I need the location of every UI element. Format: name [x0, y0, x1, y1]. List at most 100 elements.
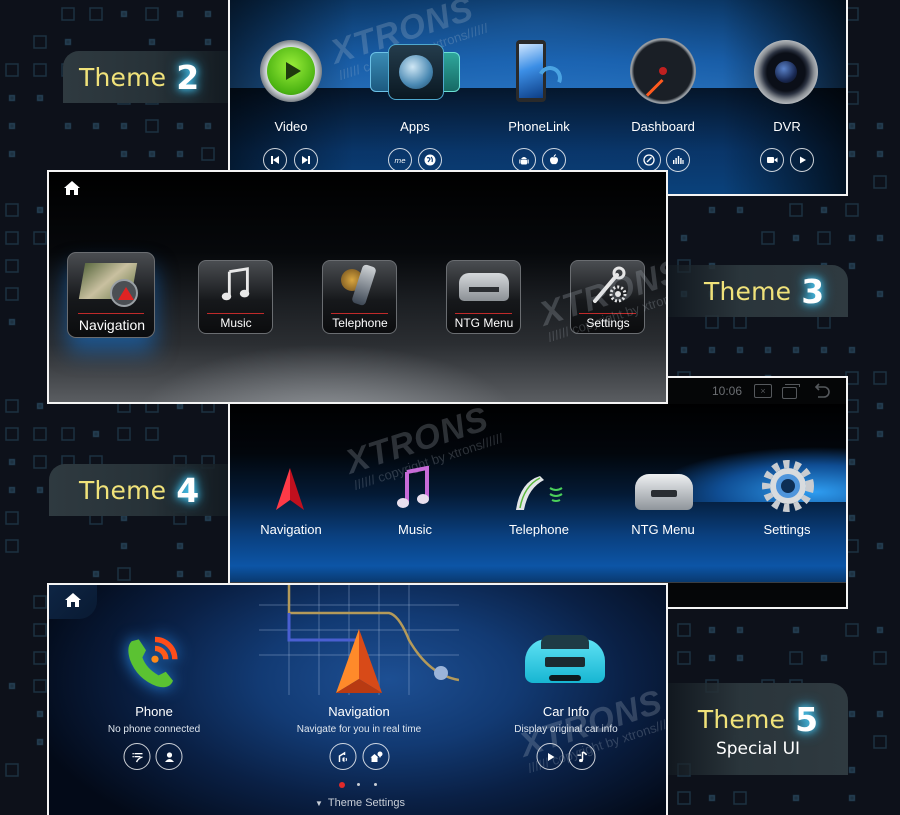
home-button[interactable] — [64, 181, 80, 195]
grid-square — [680, 234, 688, 242]
app-apps[interactable] — [370, 44, 460, 100]
theme-number: 4 — [176, 470, 200, 510]
close-window-button[interactable]: × — [754, 384, 772, 398]
grid-square — [61, 7, 75, 21]
app-settings[interactable] — [760, 458, 816, 514]
next-track-icon — [302, 156, 310, 164]
grid-square — [736, 206, 744, 214]
tile-settings[interactable]: Settings — [570, 260, 645, 334]
card-car-info[interactable] — [519, 631, 611, 691]
grid-square — [708, 346, 716, 354]
equalizer-icon — [673, 156, 684, 164]
settings-gear-icon — [762, 460, 814, 512]
equalizer-button[interactable] — [666, 148, 690, 172]
grid-square — [33, 231, 47, 245]
car-info-play-button[interactable] — [536, 743, 564, 770]
home-location-button[interactable] — [362, 743, 390, 770]
dvr-playback-button[interactable] — [790, 148, 814, 172]
app-ntg-menu-label: NTG Menu — [631, 522, 695, 537]
page-dot[interactable] — [357, 783, 360, 786]
page-dot[interactable] — [374, 783, 377, 786]
grid-square — [876, 626, 884, 634]
camera-lens-icon — [775, 61, 797, 83]
card-phone[interactable] — [109, 625, 199, 705]
grid-square — [876, 290, 884, 298]
grid-square — [8, 458, 16, 466]
grid-square — [176, 150, 184, 158]
home-button[interactable] — [49, 585, 97, 619]
theme-settings-toggle[interactable]: ▼ Theme Settings — [315, 797, 405, 809]
grid-square — [792, 346, 800, 354]
app-ntg-menu[interactable] — [635, 468, 693, 512]
grid-square — [876, 122, 884, 130]
page-dot-active[interactable] — [339, 782, 345, 788]
contacts-button[interactable] — [155, 743, 183, 770]
grid-square — [680, 346, 688, 354]
grid-square — [792, 234, 800, 242]
app-video[interactable] — [260, 40, 322, 102]
card-navigation[interactable] — [334, 629, 384, 695]
grid-square — [33, 427, 47, 441]
grid-square — [848, 570, 856, 578]
grid-square — [92, 570, 100, 578]
tile-music[interactable]: Music — [198, 260, 273, 334]
easyconnect-button[interactable]: me — [388, 148, 412, 172]
grid-square — [733, 791, 747, 805]
grid-square — [92, 430, 100, 438]
app-phonelink[interactable] — [514, 40, 566, 104]
theme-settings-label: Theme Settings — [327, 797, 405, 809]
card-car-info-subtitle: Display original car info — [514, 724, 618, 735]
tile-navigation[interactable]: Navigation — [67, 252, 155, 338]
tile-telephone-label: Telephone — [332, 316, 388, 330]
grid-square — [8, 122, 16, 130]
app-settings-label: Settings — [763, 522, 811, 537]
previous-track-button[interactable] — [263, 148, 287, 172]
tile-settings-label: Settings — [586, 316, 630, 330]
grid-square — [761, 231, 775, 245]
grid-square — [36, 94, 44, 102]
music-note-icon — [221, 267, 250, 301]
grid-square — [33, 595, 47, 609]
telephone-handset-icon — [516, 476, 563, 510]
car-info-music-button[interactable] — [568, 743, 596, 770]
gauge-icon — [643, 154, 655, 166]
app-navigation[interactable] — [270, 468, 310, 530]
voice-navigation-button[interactable] — [329, 743, 357, 770]
app-music[interactable] — [396, 465, 432, 510]
recent-apps-button[interactable] — [782, 384, 800, 399]
record-video-button[interactable] — [760, 148, 784, 172]
grid-square — [5, 203, 19, 217]
grid-square — [817, 231, 831, 245]
grid-square — [176, 10, 184, 18]
app-telephone[interactable] — [510, 472, 570, 512]
navigation-arrow-icon — [276, 468, 304, 510]
apple-button[interactable] — [542, 148, 566, 172]
tile-telephone[interactable]: Telephone — [322, 260, 397, 334]
grid-square — [876, 234, 884, 242]
gauge-button[interactable] — [637, 148, 661, 172]
app-phonelink-label: PhoneLink — [508, 119, 570, 134]
app-video-label: Video — [274, 119, 308, 134]
theme-number: 3 — [801, 271, 825, 311]
grid-square — [708, 626, 716, 634]
grid-square — [8, 318, 16, 326]
tile-ntg-menu[interactable]: NTG Menu — [446, 260, 521, 334]
theme2-screen: XTRONS ////// copyright by xtrons////// … — [228, 0, 848, 196]
grid-square — [705, 315, 719, 329]
grid-square — [204, 122, 212, 130]
app-dashboard[interactable] — [630, 38, 696, 104]
grid-square — [677, 623, 691, 637]
app-dvr[interactable] — [754, 40, 818, 104]
home-icon — [64, 181, 80, 195]
music-note-icon — [397, 465, 429, 508]
next-track-button[interactable] — [294, 148, 318, 172]
phone-call-icon — [128, 636, 178, 688]
theme-4-label: Theme 4 — [49, 464, 228, 516]
grid-square — [677, 651, 691, 665]
grid-square — [120, 150, 128, 158]
call-log-button[interactable] — [123, 743, 151, 770]
back-button[interactable] — [812, 383, 830, 399]
browser-button[interactable] — [418, 148, 442, 172]
android-button[interactable] — [512, 148, 536, 172]
grid-square — [36, 486, 44, 494]
